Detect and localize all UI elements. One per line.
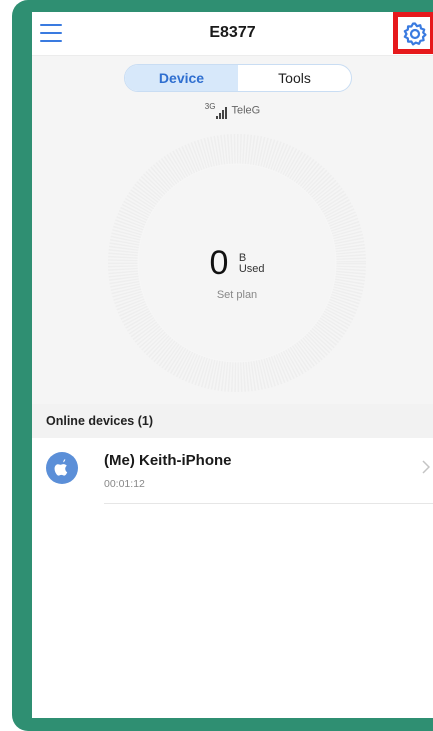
set-plan-link[interactable]: Set plan (108, 289, 366, 301)
avatar (46, 452, 78, 484)
tab-switcher: Device Tools (124, 64, 352, 92)
usage-unit: B (238, 251, 247, 264)
tab-tools[interactable]: Tools (238, 65, 351, 91)
settings-button[interactable] (402, 21, 428, 47)
apple-logo-icon (54, 459, 68, 476)
device-duration: 00:01:12 (104, 478, 145, 490)
list-item[interactable]: (Me) Keith-iPhone 00:01:12 (32, 438, 433, 506)
device-name: (Me) Keith-iPhone (104, 452, 232, 469)
gear-icon (403, 22, 427, 46)
app-header: E8377 (32, 12, 433, 56)
chevron-right-icon (422, 460, 430, 474)
usage-value: 0 (209, 244, 229, 282)
network-type: 3G (204, 102, 216, 111)
divider (104, 503, 433, 504)
carrier-name: TeleG (231, 104, 261, 117)
device-list: (Me) Keith-iPhone 00:01:12 (32, 438, 433, 718)
signal-bars-icon (216, 106, 228, 119)
online-devices-header: Online devices (1) (32, 404, 433, 438)
network-status: 3G TeleG (32, 102, 433, 119)
settings-highlight-box (393, 12, 433, 54)
app-screen: E8377 Device Tools 3G TeleG 0 B Used Set… (32, 12, 433, 718)
usage-ring: 0 B Used Set plan (108, 134, 366, 392)
usage-unit-label: Used (238, 262, 265, 275)
page-title: E8377 (209, 24, 256, 41)
tab-device[interactable]: Device (125, 65, 238, 91)
usage-summary: 0 B Used Set plan (108, 244, 366, 301)
